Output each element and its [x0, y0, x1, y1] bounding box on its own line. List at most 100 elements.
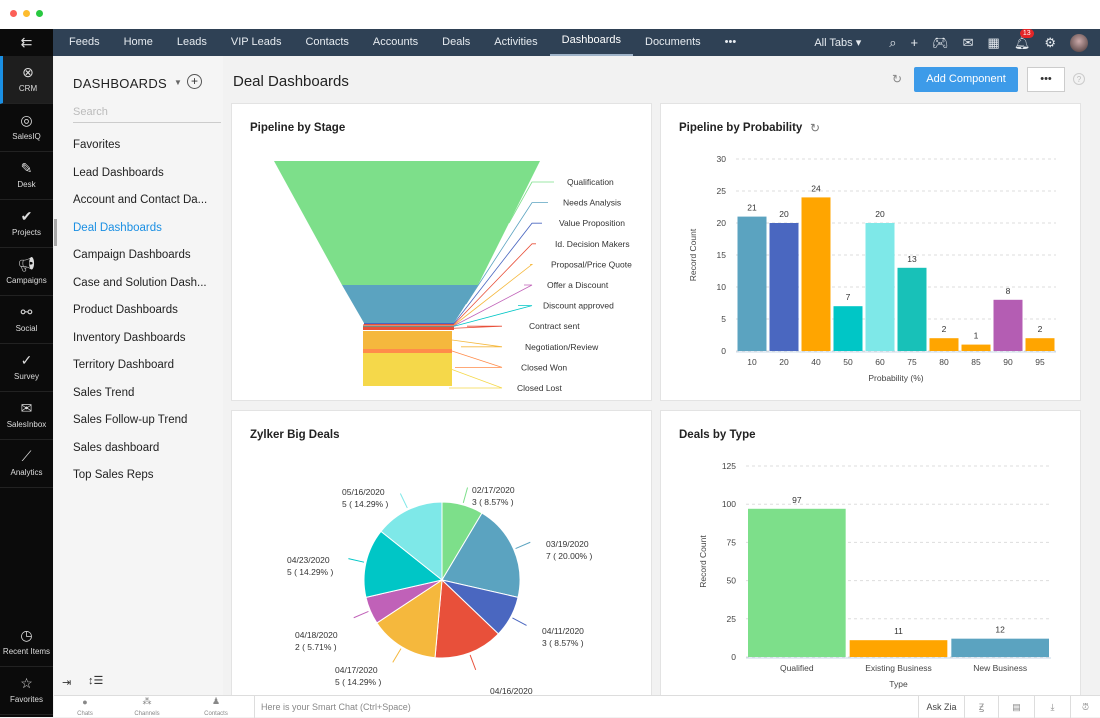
channels-button[interactable]: ⁂ Channels	[116, 696, 178, 717]
sidebar-item[interactable]: Favorites	[54, 136, 223, 164]
download-icon[interactable]: ⤓	[1034, 695, 1070, 718]
sidebar-item[interactable]: Campaign Dashboards	[54, 246, 223, 274]
bar-value-label: 7	[846, 292, 851, 302]
bar	[849, 640, 948, 657]
bar	[801, 197, 831, 351]
sidebar-item[interactable]: Top Sales Reps	[54, 466, 223, 494]
funnel-stage	[363, 353, 452, 386]
nav-tab[interactable]: Leads	[165, 29, 219, 56]
bar-value-label: 97	[792, 495, 802, 505]
chevron-down-icon[interactable]: ▼	[174, 78, 182, 87]
rail-item-salesiq[interactable]: ◎ SalesIQ	[0, 104, 53, 152]
rail-item-recent[interactable]: ◷ Recent Items	[0, 619, 53, 667]
sidebar-item[interactable]: Sales Follow-up Trend	[54, 411, 223, 439]
bar-value-label: 11	[894, 626, 903, 636]
chats-button[interactable]: ● Chats	[54, 697, 116, 717]
nav-tab[interactable]: Activities	[482, 29, 549, 56]
rail-item-crm[interactable]: ⊗ CRM	[0, 56, 53, 104]
sort-icon[interactable]: ↕☰	[88, 674, 103, 687]
nav-tab[interactable]: Deals	[430, 29, 482, 56]
gear-icon[interactable]: ⚙	[1044, 35, 1056, 51]
crm-icon: ⊗	[22, 64, 34, 80]
nav-tab[interactable]: •••	[713, 29, 749, 56]
sidebar-item[interactable]: Territory Dashboard	[54, 356, 223, 384]
contacts-button[interactable]: ♟ Contacts	[178, 696, 254, 717]
alarm-icon[interactable]: ⏰︎	[1070, 695, 1100, 718]
bar	[737, 216, 767, 351]
translate-icon[interactable]: Ꙃ	[964, 695, 998, 718]
mail-icon[interactable]: ✉	[963, 35, 974, 51]
all-tabs-dropdown[interactable]: All Tabs ▾	[814, 36, 861, 49]
calendar-icon[interactable]: ▦	[988, 35, 1000, 51]
close-window-button[interactable]	[10, 10, 17, 17]
rail-item-survey[interactable]: ✓ Survey	[0, 344, 53, 392]
sidebar-item[interactable]: Lead Dashboards	[54, 164, 223, 192]
sidebar-item[interactable]: Sales dashboard	[54, 439, 223, 467]
sidebar-item[interactable]: Sales Trend	[54, 384, 223, 412]
bar-value-label: 20	[875, 209, 885, 219]
minimize-window-button[interactable]	[23, 10, 30, 17]
funnel-stage-label: Offer a Discount	[547, 280, 609, 290]
nav-tab[interactable]: Documents	[633, 29, 713, 56]
funnel-leader-line	[451, 350, 503, 368]
search-icon[interactable]: ⌕	[889, 35, 896, 51]
help-icon[interactable]: ?	[1073, 73, 1085, 85]
sidebar-item[interactable]: Inventory Dashboards	[54, 329, 223, 357]
x-tick-label: New Business	[973, 663, 1027, 673]
x-tick-label: 20	[779, 357, 789, 367]
plus-icon[interactable]: +	[911, 35, 919, 50]
pipeline-by-stage-card: Pipeline by Stage Qualification Needs Ana…	[231, 103, 652, 401]
y-tick-label: 20	[717, 218, 727, 228]
smart-chat-input[interactable]: Here is your Smart Chat (Ctrl+Space)	[254, 695, 918, 718]
rail-item-favorites[interactable]: ☆ Favorites	[0, 667, 53, 715]
notes-icon[interactable]: ▤	[998, 695, 1034, 718]
analytics-icon: ⟋	[21, 448, 32, 464]
nav-tab[interactable]: Feeds	[57, 29, 112, 56]
funnel-leader-line	[453, 325, 503, 329]
add-component-button[interactable]: Add Component	[914, 67, 1018, 92]
sidebar-item[interactable]: Case and Solution Dash...	[54, 274, 223, 302]
rail-item-projects[interactable]: ✔ Projects	[0, 200, 53, 248]
rail-item-campaigns[interactable]: 📢︎ Campaigns	[0, 248, 53, 296]
gamepad-icon[interactable]: 🎮︎	[932, 35, 949, 51]
y-tick-label: 25	[717, 186, 727, 196]
top-nav: Feeds Home Leads VIP Leads Contacts Accounts D…	[53, 28, 1100, 56]
rail-item-analytics[interactable]: ⟋ Analytics	[0, 440, 53, 488]
rail-item-salesinbox[interactable]: ✉ SalesInbox	[0, 392, 53, 440]
funnel-stage-label: Negotiation/Review	[525, 342, 599, 352]
rail-item-desk[interactable]: ✎ Desk	[0, 152, 53, 200]
pie-label: 03/19/2020 7 ( 20.00% )	[546, 539, 593, 561]
nav-tab[interactable]: Home	[112, 29, 165, 56]
bar-value-label: 2	[1038, 324, 1043, 334]
nav-tab[interactable]: VIP Leads	[219, 29, 294, 56]
collapse-menu-icon[interactable]: ⇇	[0, 29, 53, 56]
avatar[interactable]	[1070, 33, 1088, 52]
add-dashboard-icon[interactable]: +	[187, 74, 202, 89]
pie-label: 04/18/2020 2 ( 5.71% )	[295, 630, 338, 652]
social-icon: ⚯	[20, 304, 33, 320]
y-tick-label: 100	[722, 499, 736, 509]
bar-value-label: 13	[907, 254, 917, 264]
funnel-leader-line	[449, 369, 503, 389]
funnel-stage	[364, 323, 454, 324]
sidebar-item[interactable]: Deal Dashboards	[54, 218, 223, 246]
sidebar-item[interactable]: Account and Contact Da...	[54, 191, 223, 219]
channels-icon: ⁂	[142, 696, 152, 706]
nav-tab[interactable]: Accounts	[361, 29, 430, 56]
x-tick-label: 95	[1035, 357, 1045, 367]
funnel-stage	[363, 326, 454, 327]
deals-by-type-card: Deals by Type 0 25 50 75 100 125 97 Qualified 11…	[660, 410, 1081, 700]
nav-tab[interactable]: Dashboards	[549, 29, 633, 56]
pie-leader-line	[515, 541, 531, 550]
rail-item-social[interactable]: ⚯ Social	[0, 296, 53, 344]
refresh-icon[interactable]: ↻	[892, 72, 902, 86]
sidebar-item[interactable]: Product Dashboards	[54, 301, 223, 329]
maximize-window-button[interactable]	[36, 10, 43, 17]
sidebar-search-input[interactable]: Search	[73, 106, 221, 123]
ask-zia-button[interactable]: Ask Zia	[918, 695, 964, 718]
pie-leader-line	[469, 654, 477, 671]
bell-icon[interactable]: 🔔︎ 13	[1014, 28, 1034, 51]
more-options-button[interactable]: •••	[1027, 67, 1065, 92]
collapse-sidebar-icon[interactable]: ⇥	[62, 676, 71, 689]
nav-tab[interactable]: Contacts	[293, 29, 360, 56]
